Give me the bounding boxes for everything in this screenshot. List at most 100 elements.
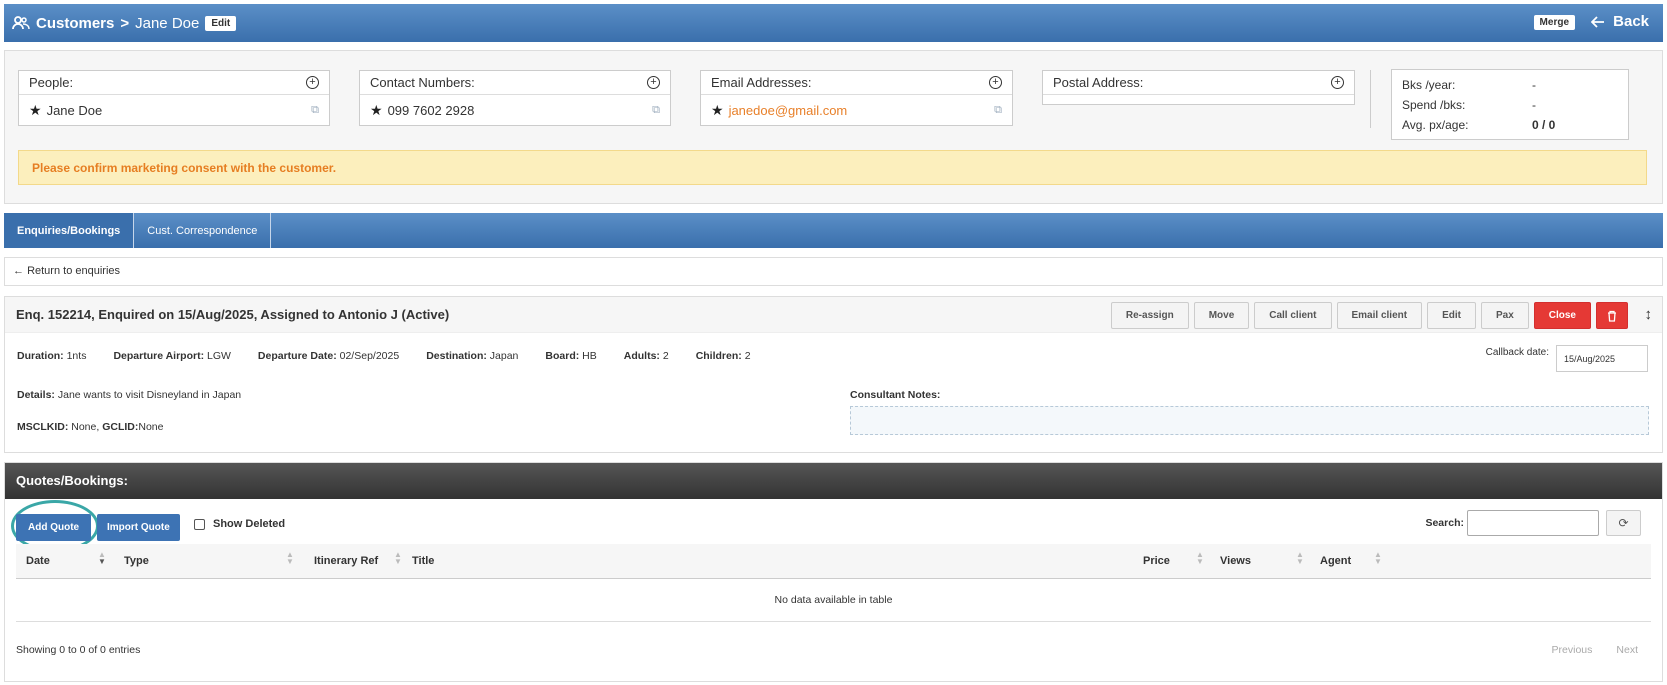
enquiry-details: Details: Jane wants to visit Disneyland … xyxy=(17,389,242,401)
search-input[interactable] xyxy=(1467,510,1599,536)
email-link[interactable]: janedoe@gmail.com xyxy=(729,103,848,118)
search-label: Search: xyxy=(1425,517,1464,529)
star-icon: ★ xyxy=(370,101,383,118)
show-deleted-label: Show Deleted xyxy=(213,518,286,530)
add-address-icon[interactable]: + xyxy=(1331,76,1344,89)
pagination: Previous Next xyxy=(1552,644,1638,656)
person-name: Jane Doe xyxy=(46,102,103,118)
customer-name: Jane Doe xyxy=(135,14,200,32)
resize-vertical-icon[interactable]: ↕ xyxy=(1645,306,1653,323)
arrow-left-icon xyxy=(1591,15,1605,28)
stat-label: Avg. px/age: xyxy=(1402,118,1469,132)
breadcrumb-separator: > xyxy=(120,14,130,32)
edit-enquiry-button[interactable]: Edit xyxy=(1427,302,1476,329)
add-quote-button[interactable]: Add Quote xyxy=(16,514,92,541)
show-deleted-toggle[interactable]: Show Deleted xyxy=(194,518,285,530)
consultant-notes-field[interactable] xyxy=(850,406,1649,435)
copy-icon[interactable]: ⧉ xyxy=(652,104,660,117)
delete-button[interactable] xyxy=(1596,302,1628,329)
star-icon: ★ xyxy=(711,101,724,118)
add-person-icon[interactable]: + xyxy=(306,76,319,89)
stat-label: Bks /year: xyxy=(1402,78,1456,92)
back-label: Back xyxy=(1613,13,1649,30)
marketing-consent-warning: Please confirm marketing consent with th… xyxy=(18,150,1647,185)
sort-icon[interactable]: ▲ ▼ xyxy=(1296,551,1304,566)
tracking-ids: MSCLKID: None, GCLID:None xyxy=(17,421,164,433)
reassign-button[interactable]: Re-assign xyxy=(1110,302,1189,329)
column-itinerary-ref[interactable]: Itinerary Ref xyxy=(314,555,378,567)
search-area: Search: xyxy=(1425,510,1599,536)
sort-icon[interactable]: ▲ ▼ xyxy=(1196,551,1204,566)
people-title: People: xyxy=(29,75,74,90)
table-info: Showing 0 to 0 of 0 entries xyxy=(16,644,141,656)
sort-icon[interactable]: ▲ ▼ xyxy=(1374,551,1382,566)
copy-icon[interactable]: ⧉ xyxy=(994,104,1002,117)
top-header: Customers > Jane Doe Edit Merge Back xyxy=(4,4,1663,42)
fact-departure-date: Departure Date: 02/Sep/2025 xyxy=(257,350,400,362)
column-price[interactable]: Price xyxy=(1143,555,1170,567)
stat-value: - xyxy=(1532,78,1536,92)
quotes-title: Quotes/Bookings: xyxy=(5,463,1662,499)
move-button[interactable]: Move xyxy=(1193,302,1250,329)
add-email-icon[interactable]: + xyxy=(989,76,1002,89)
tab-cust-correspondence[interactable]: Cust. Correspondence xyxy=(134,213,272,248)
column-agent[interactable]: Agent xyxy=(1320,555,1351,567)
column-date[interactable]: Date xyxy=(26,555,50,567)
sort-icon[interactable]: ▲ ▼ xyxy=(394,551,402,566)
show-deleted-checkbox[interactable] xyxy=(194,518,205,530)
contact-numbers-title: Contact Numbers: xyxy=(370,75,475,90)
fact-children: Children: 2 xyxy=(695,350,751,362)
enquiry-panel: Enq. 152214, Enquired on 15/Aug/2025, As… xyxy=(4,296,1663,453)
back-button[interactable]: Back xyxy=(1591,13,1649,30)
fact-destination: Destination: Japan xyxy=(426,350,519,362)
refresh-button[interactable]: ⟳ xyxy=(1606,510,1641,536)
column-title[interactable]: Title xyxy=(412,555,434,567)
pax-button[interactable]: Pax xyxy=(1480,302,1529,329)
previous-page-button[interactable]: Previous xyxy=(1552,644,1593,656)
import-quote-button[interactable]: Import Quote xyxy=(97,514,180,541)
table-header: Date ▲ ▼ Type ▲ ▼ Itinerary Ref ▲ ▼ Title P… xyxy=(16,544,1651,579)
tab-bar: Enquiries/Bookings Cust. Correspondence xyxy=(4,213,1663,248)
consultant-notes-label: Consultant Notes: xyxy=(850,389,941,401)
merge-button[interactable]: Merge xyxy=(1533,15,1575,30)
star-icon: ★ xyxy=(29,101,42,118)
copy-icon[interactable]: ⧉ xyxy=(311,104,319,117)
column-type[interactable]: Type xyxy=(124,555,149,567)
callback-label: Callback date: xyxy=(1485,347,1549,358)
arrow-left-icon: ← xyxy=(13,265,24,277)
callback-date-input[interactable]: 15/Aug/2025 xyxy=(1556,345,1648,372)
email-addresses-box: Email Addresses: + ★ janedoe@gmail.com ⧉ xyxy=(700,70,1013,126)
stat-value: - xyxy=(1532,98,1536,112)
empty-table-message: No data available in table xyxy=(16,580,1651,622)
enquiry-actions: Re-assign Move Call client Email client … xyxy=(1110,302,1628,329)
add-phone-icon[interactable]: + xyxy=(647,76,660,89)
breadcrumb-section[interactable]: Customers xyxy=(36,15,114,32)
enquiry-facts: Duration: 1nts Departure Airport: LGW De… xyxy=(17,350,778,362)
edit-customer-button[interactable]: Edit xyxy=(205,15,237,31)
return-bar: ← Return to enquiries xyxy=(4,257,1663,286)
return-to-enquiries-link[interactable]: Return to enquiries xyxy=(27,265,120,277)
contact-numbers-box: Contact Numbers: + ★ 099 7602 2928 ⧉ xyxy=(359,70,671,126)
next-page-button[interactable]: Next xyxy=(1616,644,1638,656)
divider xyxy=(1370,70,1371,128)
close-enquiry-button[interactable]: Close xyxy=(1533,302,1591,329)
sort-icon[interactable]: ▲ ▼ xyxy=(98,551,106,566)
refresh-icon: ⟳ xyxy=(1618,516,1629,530)
quotes-bookings-panel: Quotes/Bookings: Add Quote Import Quote … xyxy=(4,462,1663,682)
tab-enquiries-bookings[interactable]: Enquiries/Bookings xyxy=(4,213,135,248)
column-views[interactable]: Views xyxy=(1220,555,1251,567)
fact-adults: Adults: 2 xyxy=(623,350,669,362)
people-box: People: + ★ Jane Doe ⧉ xyxy=(18,70,330,126)
callback-date: Callback date: 15/Aug/2025 xyxy=(1485,345,1648,372)
customer-stats: Bks /year: - Spend /bks: - Avg. px/age: 0 /… xyxy=(1391,69,1629,140)
email-addresses-title: Email Addresses: xyxy=(711,75,812,90)
fact-departure-airport: Departure Airport: LGW xyxy=(113,350,231,362)
call-client-button[interactable]: Call client xyxy=(1254,302,1332,329)
customers-icon xyxy=(12,16,30,30)
email-client-button[interactable]: Email client xyxy=(1336,302,1423,329)
phone-number: 099 7602 2928 xyxy=(387,102,475,118)
sort-icon[interactable]: ▲ ▼ xyxy=(286,551,294,566)
stat-label: Spend /bks: xyxy=(1402,98,1466,112)
enquiry-title: Enq. 152214, Enquired on 15/Aug/2025, As… xyxy=(16,307,450,322)
stat-value: 0 / 0 xyxy=(1532,118,1556,132)
